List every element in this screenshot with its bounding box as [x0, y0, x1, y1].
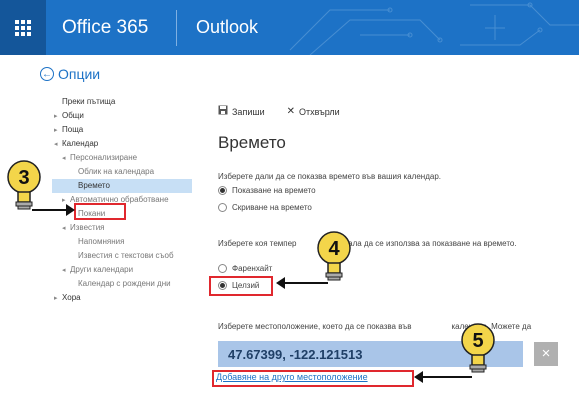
callout-number: 5 [472, 330, 483, 352]
radio-show-weather[interactable]: Показване на времето [218, 186, 316, 195]
highlight-weather-nav [74, 203, 126, 220]
prompt-part: Изберете местоположение, което да се пок… [218, 322, 412, 331]
back-to-options[interactable]: ← Опции [40, 66, 100, 82]
callout-number: 4 [328, 238, 340, 260]
expand-arrow-icon: ▸ [54, 127, 58, 134]
nav-birthday-calendar[interactable]: Календар с рождени дни [52, 277, 192, 291]
nav-label: Персонализиране [70, 153, 138, 162]
radio-label: Целзий [232, 281, 260, 290]
nav-label: Календар [62, 139, 99, 148]
expand-arrow-icon: ▸ [54, 295, 58, 302]
close-icon: ✕ [286, 106, 295, 117]
nav-label: Други календари [70, 265, 134, 274]
brand-title[interactable]: Office 365 [62, 0, 148, 55]
nav-label: Поща [62, 125, 84, 134]
discard-button[interactable]: ✕ Отхвърли [287, 105, 340, 118]
nav-text-notifications[interactable]: Известия с текстови съоб [52, 249, 192, 263]
radio-label: Показване на времето [232, 186, 316, 195]
save-icon [218, 105, 228, 118]
collapse-arrow-icon: ◂ [54, 141, 58, 148]
nav-reminders[interactable]: Напомняния [52, 235, 192, 249]
weather-visibility-prompt: Изберете дали да се показва времето във … [218, 172, 441, 181]
nav-people[interactable]: ▸ Хора [52, 291, 192, 305]
nav-general[interactable]: ▸ Общи [52, 109, 192, 123]
nav-other-calendars[interactable]: ◂ Други календари [52, 263, 192, 277]
radio-label: Фаренхайт [232, 264, 273, 273]
collapse-arrow-icon: ◂ [62, 267, 66, 274]
callout-number: 3 [18, 167, 29, 189]
radio-label: Скриване на времето [232, 203, 312, 212]
nav-label: Общи [62, 111, 84, 120]
save-button[interactable]: Запиши [218, 105, 265, 118]
radio-fahrenheit[interactable]: Фаренхайт [218, 264, 272, 273]
nav-notifications[interactable]: ◂ Известия [52, 221, 192, 235]
discard-label: Отхвърли [298, 106, 340, 117]
page-title: Времето [218, 133, 286, 152]
callout-3: 3 [7, 160, 75, 216]
callout-4: 4 [276, 231, 351, 289]
waffle-icon [15, 19, 31, 36]
nav-label: Хора [62, 293, 81, 302]
radio-hide-weather[interactable]: Скриване на времето [218, 203, 312, 212]
app-title[interactable]: Outlook [196, 0, 258, 55]
circuit-pattern [289, 2, 579, 55]
callout-5: 5 [414, 323, 495, 383]
add-location-link[interactable]: Добавяне на друго местоположение [216, 372, 368, 382]
radio-selected-icon [218, 186, 227, 195]
nav-mail[interactable]: ▸ Поща [52, 123, 192, 137]
nav-label: Известия [70, 223, 105, 232]
collapse-arrow-icon: ◂ [62, 225, 66, 232]
nav-calendar[interactable]: ◂ Календар [52, 137, 192, 151]
back-arrow-icon: ← [40, 67, 54, 81]
toolbar: Запиши ✕ Отхвърли [218, 105, 362, 118]
radio-unselected-icon [218, 264, 227, 273]
app-launcher-button[interactable] [0, 0, 46, 55]
radio-selected-icon [218, 281, 227, 290]
remove-location-button[interactable]: × [534, 342, 558, 366]
expand-arrow-icon: ▸ [54, 113, 58, 120]
prompt-part: кала да се използва за показване на врем… [344, 239, 517, 248]
radio-unselected-icon [218, 203, 227, 212]
save-label: Запиши [232, 106, 265, 117]
top-bar: Office 365 Outlook [0, 0, 579, 55]
nav-shortcuts[interactable]: Преки пътища [52, 95, 192, 109]
temperature-scale-prompt: Изберете коя темпер кала да се използва з… [218, 239, 517, 248]
options-label: Опции [58, 66, 101, 82]
header-divider [176, 10, 177, 46]
radio-celsius[interactable]: Целзий [218, 281, 259, 290]
